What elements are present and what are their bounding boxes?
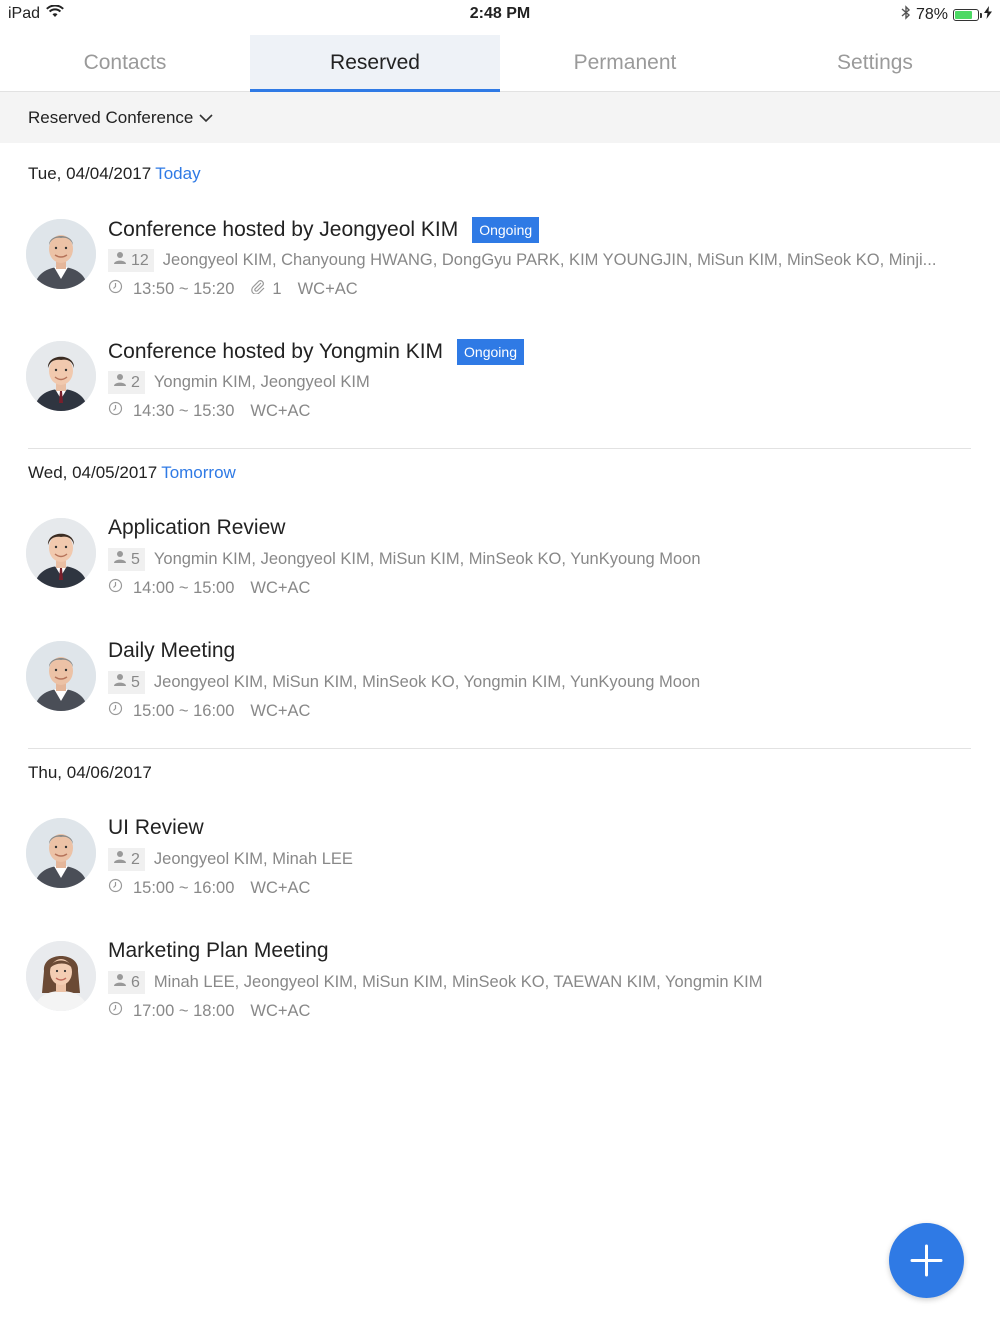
conference-item[interactable]: Daily Meeting 5 Jeongyeol KIM, MiSun KIM…: [0, 639, 1000, 749]
participant-list: Yongmin KIM, Jeongyeol KIM: [153, 373, 370, 391]
conference-title: UI Review: [108, 816, 204, 839]
day-relative: Tomorrow: [161, 463, 236, 482]
conference-title: Application Review: [108, 516, 286, 539]
conference-room: WC+AC: [250, 878, 311, 897]
status-bar: iPad 2:48 PM 78%: [0, 0, 1000, 30]
clock-icon: [108, 578, 123, 598]
avatar: [26, 641, 96, 711]
tab-bar: Contacts Reserved Permanent Settings: [0, 35, 1000, 92]
conference-time: 15:00 ~ 16:00: [133, 878, 235, 897]
clock-icon: [108, 401, 123, 421]
participant-count-value: 2: [131, 850, 140, 868]
battery-percent: 78%: [915, 6, 948, 23]
divider: [28, 748, 971, 749]
day-header: Thu, 04/06/2017: [28, 763, 152, 783]
person-icon: [113, 373, 127, 392]
clock-icon: [108, 701, 123, 721]
day-header: Tue, 04/04/2017 Today: [28, 164, 201, 184]
day-header: Wed, 04/05/2017 Tomorrow: [28, 463, 236, 483]
participant-count: 2: [108, 371, 145, 394]
conference-time: 14:00 ~ 15:00: [133, 578, 235, 597]
charging-icon: [984, 6, 992, 24]
participant-count: 2: [108, 848, 145, 871]
conference-time: 13:50 ~ 15:20: [133, 279, 235, 298]
conference-title: Conference hosted by Jeongyeol KIM: [108, 218, 459, 241]
day-date: Wed, 04/05/2017: [28, 463, 158, 482]
conference-time: 14:30 ~ 15:30: [133, 401, 235, 420]
avatar: [26, 341, 96, 411]
attachment-count: 1: [250, 279, 282, 299]
day-date: Tue, 04/04/2017: [28, 164, 152, 183]
participant-count: 6: [108, 971, 145, 994]
conference-room: WC+AC: [250, 701, 311, 720]
divider: [28, 448, 971, 449]
conference-room: WC+AC: [250, 1001, 311, 1020]
day-relative: Today: [155, 164, 201, 183]
conference-title: Marketing Plan Meeting: [108, 939, 329, 962]
clock-icon: [108, 878, 123, 898]
conference-room: WC+AC: [250, 401, 311, 420]
day-date: Thu, 04/06/2017: [28, 763, 152, 782]
add-conference-button[interactable]: [889, 1223, 964, 1298]
participant-count: 12: [108, 249, 154, 272]
avatar: [26, 219, 96, 289]
chevron-down-icon: [199, 108, 213, 128]
person-icon: [113, 850, 127, 869]
conference-item[interactable]: Marketing Plan Meeting 6 Minah LEE, Jeon…: [0, 939, 1000, 1049]
avatar: [26, 518, 96, 588]
participant-list: Jeongyeol KIM, Chanyoung HWANG, DongGyu …: [162, 251, 937, 269]
conference-type-label: Reserved Conference: [28, 108, 194, 127]
conference-item[interactable]: Application Review 5 Yongmin KIM, Jeongy…: [0, 516, 1000, 626]
conference-room: WC+AC: [297, 279, 358, 298]
conference-title: Daily Meeting: [108, 639, 236, 662]
participant-list: Jeongyeol KIM, MiSun KIM, MinSeok KO, Yo…: [153, 673, 701, 691]
tab-permanent[interactable]: Permanent: [500, 35, 750, 91]
participant-count-value: 6: [131, 973, 140, 991]
person-icon: [113, 673, 127, 692]
conference-time: 15:00 ~ 16:00: [133, 701, 235, 720]
tab-reserved[interactable]: Reserved: [250, 35, 500, 92]
avatar: [26, 941, 96, 1011]
participant-count: 5: [108, 548, 145, 571]
conference-item[interactable]: Conference hosted by Yongmin KIM Ongoing…: [0, 339, 1000, 449]
bluetooth-icon: [901, 5, 911, 25]
avatar: [26, 818, 96, 888]
participant-list: Yongmin KIM, Jeongyeol KIM, MiSun KIM, M…: [153, 550, 701, 568]
person-icon: [113, 251, 127, 270]
participant-count-value: 5: [131, 550, 140, 568]
status-badge: Ongoing: [457, 339, 524, 365]
paperclip-icon: [250, 279, 266, 299]
conference-type-dropdown[interactable]: Reserved Conference: [28, 108, 213, 128]
participant-count-value: 5: [131, 673, 140, 691]
clock-icon: [108, 1001, 123, 1021]
conference-item[interactable]: UI Review 2 Jeongyeol KIM, Minah LEE 15:…: [0, 816, 1000, 926]
status-time: 2:48 PM: [469, 5, 531, 22]
tab-contacts[interactable]: Contacts: [0, 35, 250, 91]
conference-time: 17:00 ~ 18:00: [133, 1001, 235, 1020]
tab-settings[interactable]: Settings: [750, 35, 1000, 91]
plus-icon: [910, 1244, 943, 1277]
conference-title: Conference hosted by Yongmin KIM: [108, 340, 444, 363]
filter-bar: Reserved Conference: [0, 92, 1000, 143]
participant-count: 5: [108, 671, 145, 694]
clock-icon: [108, 279, 123, 299]
participant-count-value: 12: [131, 251, 149, 269]
person-icon: [113, 973, 127, 992]
attachment-count-value: 1: [272, 279, 282, 298]
person-icon: [113, 550, 127, 569]
status-right: 78%: [901, 5, 992, 25]
participant-count-value: 2: [131, 373, 140, 391]
participant-list: Minah LEE, Jeongyeol KIM, MiSun KIM, Min…: [153, 973, 763, 991]
conference-item[interactable]: Conference hosted by Jeongyeol KIM Ongoi…: [0, 217, 1000, 327]
status-badge: Ongoing: [472, 217, 540, 243]
participant-list: Jeongyeol KIM, Minah LEE: [153, 850, 353, 868]
conference-room: WC+AC: [250, 578, 311, 597]
battery-icon: [953, 9, 982, 21]
